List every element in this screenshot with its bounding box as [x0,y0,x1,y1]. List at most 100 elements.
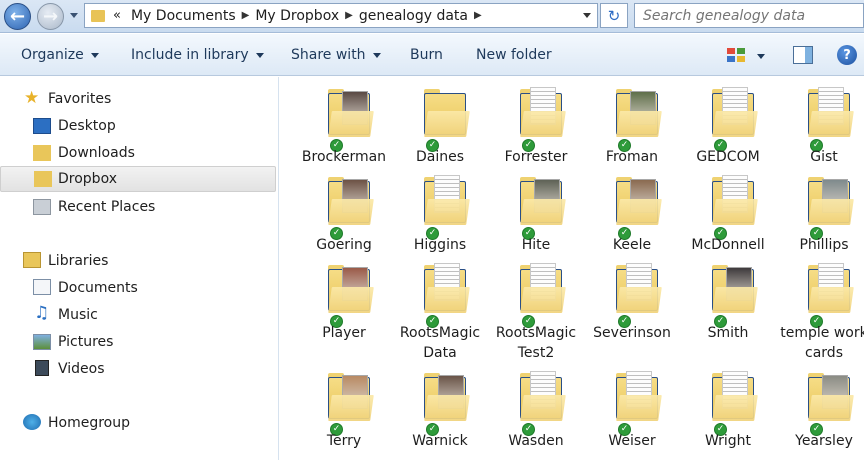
nav-downloads[interactable]: Downloads [0,140,276,166]
chevron-right-icon[interactable]: ▶ [474,10,482,21]
pictures-icon [33,334,51,350]
folder-icon [616,89,662,137]
documents-icon [33,279,51,295]
folder-item[interactable]: ✓ GEDCOM [680,87,776,167]
address-bar: ← → « My Documents ▶ My Dropbox ▶ geneal… [0,0,864,33]
folder-icon [808,87,854,137]
folder-icon [712,371,758,421]
folder-name: Yearsley [795,433,853,449]
folder-item[interactable]: ✓ Warnick [392,371,488,451]
folder-item[interactable]: ✓ Phillips [776,175,864,255]
nav-dropbox[interactable]: Dropbox [0,166,276,192]
folder-item[interactable]: ✓ Wright [680,371,776,451]
search-input[interactable] [643,7,853,24]
organize-button[interactable]: Organize [21,34,99,76]
breadcrumb-item-my-dropbox[interactable]: My Dropbox ▶ [251,8,355,24]
folder-icon [91,9,105,22]
share-with-button[interactable]: Share with [291,34,381,76]
folder-item[interactable]: ✓ Terry [296,371,392,451]
nav-homegroup[interactable]: Homegroup [0,410,276,436]
folder-icon [808,263,854,313]
libraries-icon [23,252,41,268]
nav-favorites[interactable]: ★ Favorites [0,86,276,112]
folder-icon [808,373,854,421]
folder-item[interactable]: ✓ Keele [584,175,680,255]
new-folder-button[interactable]: New folder [476,34,552,76]
chevron-right-icon[interactable]: ▶ [345,10,353,21]
folder-item[interactable]: ✓ Higgins [392,175,488,255]
change-view-icon[interactable] [727,48,745,62]
downloads-folder-icon [33,145,51,161]
command-bar: Organize Include in library Share with B… [0,34,864,76]
folder-icon [616,263,662,313]
folder-item[interactable]: ✓ Goering [296,175,392,255]
help-icon: ? [843,47,851,63]
address-dropdown-icon[interactable] [583,13,591,18]
dropbox-folder-icon [34,171,52,187]
folder-item[interactable]: ✓ Player [296,263,392,343]
folder-item[interactable]: ✓ Froman [584,87,680,167]
nav-desktop[interactable]: Desktop [0,113,276,139]
back-arrow-icon: ← [9,6,26,27]
nav-documents[interactable]: Documents [0,275,276,301]
folder-item[interactable]: ✓ Hite [488,175,584,255]
chevron-down-icon [255,52,264,58]
folder-item[interactable]: ✓ Smith [680,263,776,343]
folder-item[interactable]: ✓ Forrester [488,87,584,167]
folder-icon [520,263,566,313]
star-icon: ★ [24,88,40,108]
folder-icon [328,265,374,313]
chevron-down-icon [372,52,381,58]
nav-libraries[interactable]: Libraries [0,248,276,274]
refresh-icon: ↻ [607,6,621,25]
folder-item[interactable]: ✓ Weiser [584,371,680,451]
help-button[interactable]: ? [837,45,857,65]
folder-name: Phillips [799,237,849,253]
folder-item[interactable]: ✓ temple work cards [776,263,864,361]
folder-icon [712,175,758,225]
nav-pictures[interactable]: Pictures [0,329,276,355]
desktop-icon [33,118,51,134]
folder-icon [616,177,662,225]
folder-item[interactable]: ✓ Wasden [488,371,584,451]
videos-icon [35,360,49,376]
folder-icon [520,87,566,137]
folder-icon [808,177,854,225]
view-options-dropdown-icon[interactable] [757,54,765,59]
folder-icon [712,265,758,313]
include-in-library-button[interactable]: Include in library [131,34,264,76]
folder-item[interactable]: ✓ Yearsley [776,371,864,451]
folder-icon [424,263,470,313]
back-button[interactable]: ← [4,3,31,30]
burn-button[interactable]: Burn [410,34,443,76]
folder-item[interactable]: ✓ Severinson [584,263,680,343]
breadcrumb[interactable]: « My Documents ▶ My Dropbox ▶ genealogy … [84,3,598,28]
nav-recent-places[interactable]: Recent Places [0,194,276,220]
breadcrumb-overflow[interactable]: « [113,8,121,23]
folder-item[interactable]: ✓ Daines [392,87,488,167]
nav-videos[interactable]: Videos [0,356,276,382]
folder-icon [520,371,566,421]
folder-icon [328,89,374,137]
folder-item[interactable]: ✓ RootsMagic Data [392,263,488,361]
folder-icon [424,175,470,225]
folder-item[interactable]: ✓ RootsMagic Test2 [488,263,584,361]
chevron-right-icon[interactable]: ▶ [242,10,250,21]
homegroup-icon [23,414,41,430]
recent-pages-dropdown-icon[interactable] [70,13,78,18]
preview-pane-icon[interactable] [793,46,813,64]
folder-name: temple work cards [780,325,864,361]
folder-icon [520,177,566,225]
breadcrumb-item-genealogy-data[interactable]: genealogy data ▶ [355,8,484,24]
forward-button[interactable]: → [37,3,64,30]
nav-music[interactable]: ♫ Music [0,302,276,328]
folder-item[interactable]: ✓ Gist [776,87,864,167]
breadcrumb-item-my-documents[interactable]: My Documents ▶ [127,8,251,24]
folder-item[interactable]: ✓ McDonnell [680,175,776,255]
refresh-button[interactable]: ↻ [600,3,628,28]
folder-icon [328,177,374,225]
music-icon: ♫ [34,303,50,323]
search-box[interactable] [634,3,864,28]
folder-item[interactable]: ✓ Brockerman [296,87,392,167]
forward-arrow-icon: → [42,6,59,27]
